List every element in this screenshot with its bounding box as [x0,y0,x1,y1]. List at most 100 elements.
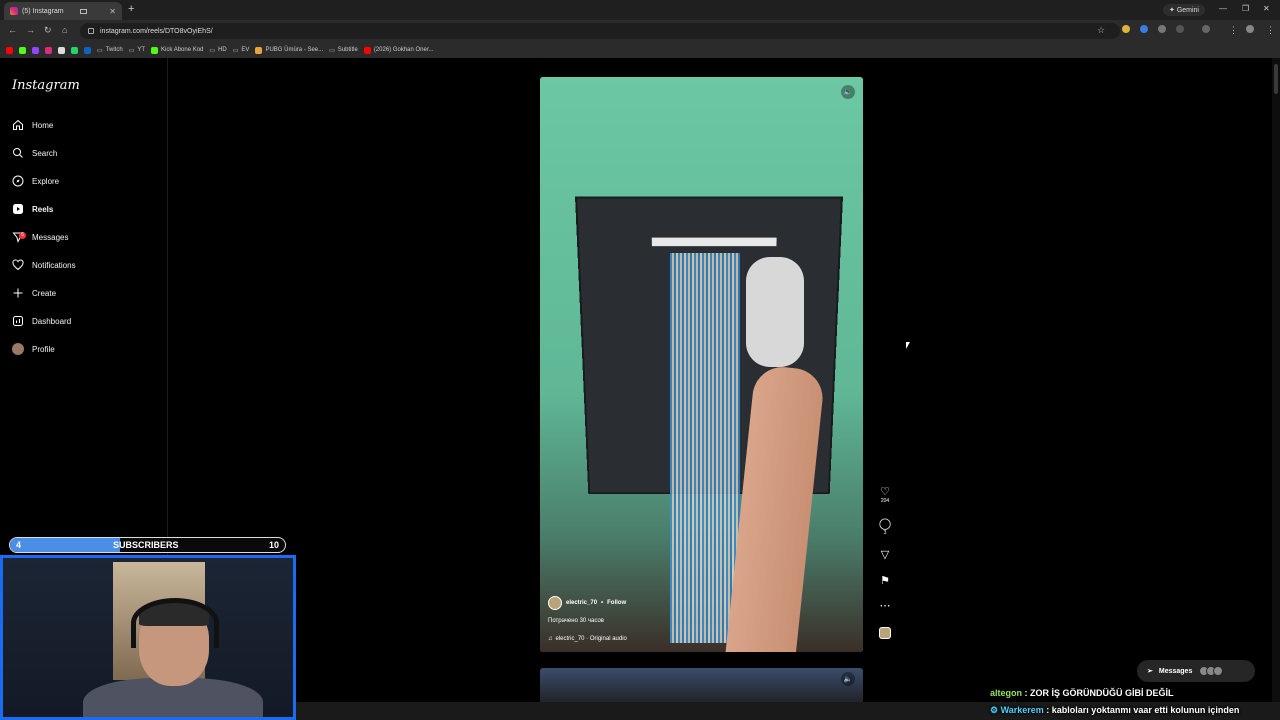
sidebar-item-explore[interactable]: Explore [11,171,59,191]
chat-message: ⚙ Warkerem : kabloları yoktanmı vaar ett… [990,705,1239,716]
follow-button[interactable]: Follow [607,600,626,606]
chat-text: : ZOR İŞ GÖRÜNDÜĞÜ GİBİ DEĞİL [1022,688,1174,698]
bookmark-kick-abone[interactable]: Kick Abone Kod [151,46,203,54]
reels-icon [11,203,24,216]
bookmark-item[interactable] [71,46,78,54]
save-button[interactable]: ⚑ [876,575,894,587]
page-scrollbar[interactable] [1272,58,1280,702]
audio-icon[interactable]: 🔈 [841,85,855,99]
kick-icon [19,46,26,54]
separator: • [601,600,604,606]
close-tab-icon[interactable]: ✕ [109,7,116,16]
bookmark-item[interactable] [45,46,52,54]
comment-icon: ◯ [878,518,892,530]
subs-current: 4 [16,540,22,550]
subscriber-goal-fill [10,538,120,552]
twitch-icon [32,46,39,54]
audio-thumbnail[interactable] [876,627,894,639]
instagram-logo[interactable]: Instagram [12,78,80,93]
bookmark-gokhan[interactable]: (2026) Gokhan Oner... [363,46,434,54]
messenger-icon: 5 [11,231,26,244]
address-bar[interactable]: instagram.com/reels/DTO8vOyiEhS/ [80,23,1120,39]
sidebar-item-reels[interactable]: Reels [11,199,53,219]
back-icon[interactable]: ← [8,25,17,35]
audio-thumb-icon [879,627,891,639]
bookmark-item[interactable] [84,46,91,54]
subscriber-goal-bar: 4 SUBSCRIBERS 10 [9,537,286,553]
bookmark-pubg[interactable]: PUBG Ümüra - See... [255,46,323,54]
sidebar-item-label: Create [32,288,57,298]
menu-icon[interactable]: ⋮ [1229,25,1238,36]
like-button[interactable]: ♡ 204 [876,486,894,504]
more-options-button[interactable]: ⋯ [876,600,894,612]
bookmark-folder-subtitle[interactable]: ▭ Subtitle [329,47,358,54]
messages-pill-label: Messages [1158,667,1193,675]
sidebar-item-label: Home [32,120,54,130]
minimize-icon[interactable]: — [1219,4,1227,13]
author-avatar[interactable] [548,596,562,610]
home-button-icon[interactable]: ⌂ [62,25,67,35]
sidebar-item-create[interactable]: Create [11,283,56,303]
extension-icon[interactable] [1122,25,1130,33]
close-window-icon[interactable]: ✕ [1263,4,1270,13]
chat-badge-icon: ⚙ [990,705,999,715]
bookmark-item[interactable] [32,46,39,54]
sidebar-item-label: Messages [32,232,69,242]
bookmark-item[interactable] [58,46,65,54]
bookmark-star-icon[interactable]: ☆ [1097,25,1105,36]
bookmark-item[interactable] [6,46,13,54]
youtube-icon [6,46,13,54]
sidebar-item-label: Explore [32,176,60,186]
bookmark-label: Twitch [105,47,123,53]
bookmark-folder-yt[interactable]: ▭ YT [129,47,145,54]
extension-icon[interactable] [1158,25,1166,33]
sidebar-item-notifications[interactable]: Notifications [11,255,76,275]
more-icon[interactable]: ⋮ [1266,25,1275,36]
forward-icon[interactable]: → [26,25,35,35]
chat-username: Warkerem [1000,705,1044,715]
folder-icon: ▭ [128,47,135,54]
terminal-rail [651,237,777,247]
bookmarks-bar: ▭ Twitch ▭ YT Kick Abone Kod ▭ HD ▭ EV PUBG … [0,42,1280,58]
reel-caption[interactable]: Потрачено 30 часов [548,618,627,624]
sidebar-item-label: Search [32,148,58,158]
bookmark-folder-ev[interactable]: ▭ EV [233,47,250,54]
reload-icon[interactable]: ↻ [44,25,52,36]
url-text: instagram.com/reels/DTO8vOyiEhS/ [100,27,213,35]
share-button[interactable]: ▽ [876,549,894,561]
sidepanel-icon[interactable] [1202,25,1210,33]
reel-audio[interactable]: ♫ electric_70 · Original audio [548,636,627,642]
sidebar-item-profile[interactable]: Profile [11,339,55,359]
folder-icon: ▭ [209,47,216,54]
gemini-label: Gemini [1176,6,1199,14]
new-tab-button[interactable]: + [128,3,134,15]
chat-message: altegon : ZOR İŞ GÖRÜNDÜĞÜ GİBİ DEĞİL [990,688,1174,698]
profile-avatar[interactable] [1246,25,1254,33]
media-icon[interactable] [79,8,87,14]
bookmark-folder-twitch[interactable]: ▭ Twitch [97,47,123,54]
reel-video[interactable]: 🔈 electric_70 • Follow Потрачено 30 часо… [540,77,863,652]
next-reel-preview[interactable]: 🔈 [540,668,863,702]
video-glove [746,257,804,367]
author-username[interactable]: electric_70 [566,600,597,606]
reel-info: electric_70 • Follow Потрачено 30 часов … [548,596,627,642]
restore-icon[interactable]: ❐ [1242,4,1249,13]
site-info-icon[interactable] [88,28,94,34]
gemini-button[interactable]: ✦ Gemini [1163,4,1205,16]
extensions-puzzle-icon[interactable] [1176,25,1184,33]
extension-icon[interactable] [1140,25,1148,33]
scrollbar-thumb[interactable] [1274,64,1278,94]
dashboard-icon [11,315,24,328]
sidebar-item-dashboard[interactable]: Dashboard [11,311,71,331]
comment-button[interactable]: ◯ 3 [876,518,894,536]
tab-instagram[interactable]: (5) Instagram ✕ [4,2,122,20]
bookmark-item[interactable] [19,46,26,54]
sidebar-item-search[interactable]: Search [11,143,57,163]
sidebar-item-home[interactable]: Home [11,115,53,135]
audio-icon[interactable]: 🔈 [841,672,855,686]
headset-icon [131,598,219,648]
messages-floating-button[interactable]: ➢ Messages [1137,660,1255,682]
bookmark-folder-hd[interactable]: ▭ HD [209,47,226,54]
sidebar-item-messages[interactable]: 5 Messages [11,227,68,247]
subs-label: SUBSCRIBERS [113,540,179,550]
